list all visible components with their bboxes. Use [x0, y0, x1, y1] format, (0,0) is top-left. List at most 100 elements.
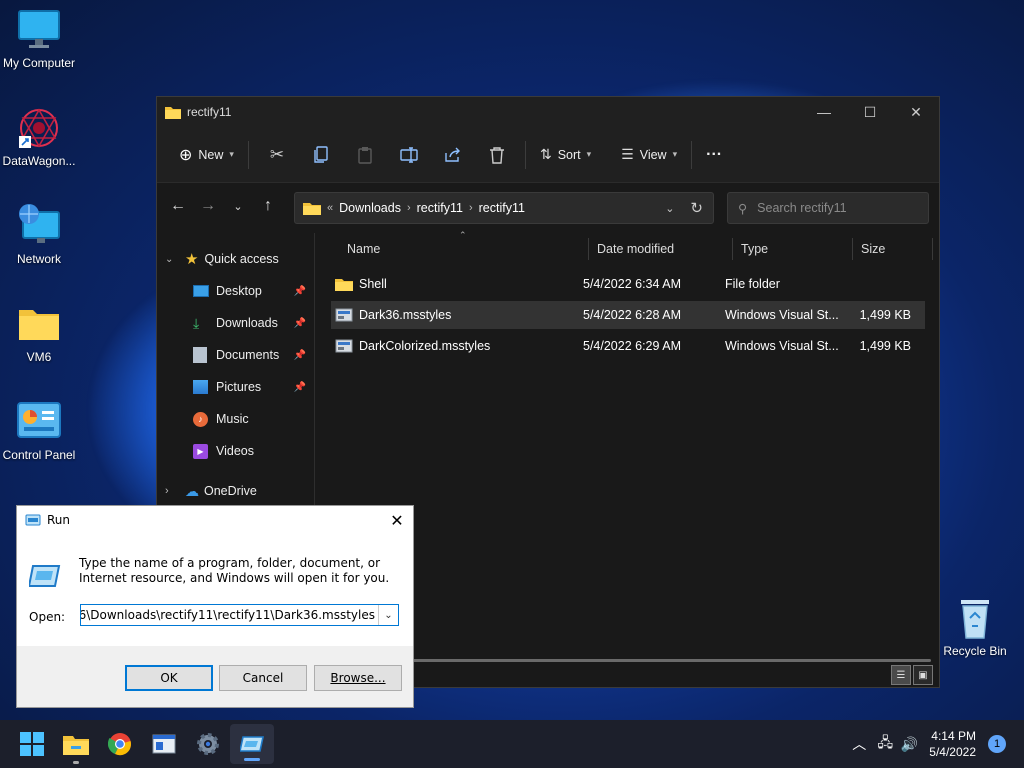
desktop-icon-label: Network	[16, 252, 61, 266]
run-taskbar-button[interactable]	[230, 724, 274, 764]
network-tray-button[interactable]: 🖧	[873, 720, 897, 768]
chevron-down-icon[interactable]: ⌄	[165, 254, 181, 265]
sidebar-item-pictures[interactable]: Pictures 📌	[157, 371, 314, 403]
file-type: File folder	[725, 277, 780, 291]
sidebar-item-desktop[interactable]: Desktop 📌	[157, 275, 314, 307]
run-title-bar[interactable]: Run ✕	[17, 506, 413, 534]
horizontal-scrollbar[interactable]	[411, 659, 931, 662]
tiles-view-button[interactable]: ▣	[913, 665, 933, 685]
chrome-taskbar-button[interactable]	[98, 720, 142, 768]
cancel-button[interactable]: Cancel	[219, 665, 307, 691]
ok-button[interactable]: OK	[125, 665, 213, 691]
sidebar-item-onedrive[interactable]: › ☁ OneDrive	[157, 475, 314, 507]
rename-button[interactable]	[387, 139, 431, 171]
column-size[interactable]: Size	[853, 238, 933, 260]
details-view-button[interactable]: ☰	[891, 665, 911, 685]
desktop-icon-datawagon[interactable]: DataWagon...	[0, 106, 78, 168]
clock[interactable]: 4:14 PM 5/4/2022	[929, 728, 976, 760]
share-button[interactable]	[431, 139, 475, 171]
view-label: View	[639, 147, 667, 162]
copy-button[interactable]	[299, 139, 343, 171]
file-row-shell[interactable]: Shell 5/4/2022 6:34 AM File folder	[331, 270, 925, 298]
star-icon: ★	[185, 251, 199, 268]
see-more-button[interactable]: ···	[698, 139, 730, 171]
recent-locations-button[interactable]: ⌄	[223, 191, 253, 221]
desktop-icon-my-computer[interactable]: My Computer	[0, 8, 78, 70]
search-box[interactable]: ⚲ Search rectify11	[727, 192, 929, 224]
chevron-right-icon[interactable]: ›	[469, 202, 473, 214]
address-history-button[interactable]: ⌄	[665, 202, 674, 215]
file-type: Windows Visual St...	[725, 339, 839, 353]
show-hidden-icons-button[interactable]: ︿	[845, 720, 873, 768]
breadcrumb-rectify11[interactable]: rectify11	[417, 201, 463, 215]
documents-icon	[193, 347, 207, 363]
desktop-icon-control-panel[interactable]: Control Panel	[0, 400, 78, 462]
overflow-crumb[interactable]: «	[327, 202, 333, 214]
sidebar-item-label: OneDrive	[204, 484, 257, 498]
search-placeholder: Search rectify11	[757, 201, 847, 215]
volume-tray-button[interactable]: 🔊	[897, 720, 921, 768]
sidebar-item-downloads[interactable]: ⤓ Downloads 📌	[157, 307, 314, 339]
maximize-button[interactable]: ☐	[847, 97, 893, 127]
chevron-right-icon[interactable]: ›	[407, 202, 411, 214]
file-type: Windows Visual St...	[725, 308, 839, 322]
close-button[interactable]: ✕	[893, 97, 939, 127]
file-row-darkcolorized[interactable]: DarkColorized.msstyles 5/4/2022 6:29 AM …	[331, 332, 925, 360]
explorer-title-bar[interactable]: rectify11 — ☐ ✕	[157, 97, 939, 127]
open-input[interactable]: C:\Users\VM6\Downloads\rectify11\rectify…	[80, 604, 399, 626]
address-bar[interactable]: « Downloads › rectify11 › rectify11 ⌄ ↻	[294, 192, 714, 224]
paste-button[interactable]	[343, 139, 387, 171]
settings-taskbar-button[interactable]	[186, 720, 230, 768]
sidebar-item-documents[interactable]: Documents 📌	[157, 339, 314, 371]
sort-button[interactable]: ⇅ Sort ▾	[532, 139, 599, 171]
app-taskbar-button[interactable]	[142, 720, 186, 768]
column-date-modified[interactable]: Date modified	[589, 238, 733, 260]
breadcrumb-rectify11-current[interactable]: rectify11	[479, 201, 525, 215]
desktop-icon-label: My Computer	[2, 56, 76, 70]
file-explorer-taskbar-button[interactable]	[54, 720, 98, 768]
column-type[interactable]: Type	[733, 238, 853, 260]
up-button[interactable]: ↑	[253, 191, 283, 221]
videos-icon: ▶	[193, 443, 208, 459]
plus-icon: ⊕	[179, 146, 193, 164]
desktop-icon-recycle-bin[interactable]: Recycle Bin	[936, 596, 1014, 658]
sidebar-item-label: Music	[216, 412, 249, 426]
desktop-icon-network[interactable]: Network	[0, 204, 78, 266]
chevron-right-icon[interactable]: ›	[165, 485, 181, 497]
chevron-down-icon: ⌄	[384, 609, 393, 621]
start-button[interactable]	[10, 720, 54, 768]
toolbar-divider	[524, 140, 526, 169]
quick-access-item[interactable]: ⌄ ★ Quick access	[157, 243, 314, 275]
run-body: Type the name of a program, folder, docu…	[17, 534, 413, 646]
cut-button[interactable]: ✂	[255, 139, 299, 171]
run-icon	[25, 514, 41, 526]
close-button[interactable]: ✕	[381, 506, 413, 534]
new-button[interactable]: ⊕ New ▾	[171, 139, 242, 171]
file-row-dark36[interactable]: Dark36.msstyles 5/4/2022 6:28 AM Windows…	[331, 301, 925, 329]
folder-icon	[15, 302, 63, 346]
breadcrumb-downloads[interactable]: Downloads	[339, 201, 401, 215]
view-button[interactable]: ☰ View ▾	[613, 139, 685, 171]
open-history-dropdown[interactable]: ⌄	[378, 605, 398, 625]
forward-button[interactable]: →	[193, 191, 223, 221]
open-input-value[interactable]: C:\Users\VM6\Downloads\rectify11\rectify…	[81, 608, 375, 622]
sidebar-item-music[interactable]: ♪ Music	[157, 403, 314, 435]
toolbar-divider	[691, 140, 693, 169]
trash-icon	[489, 146, 504, 164]
folder-icon	[63, 736, 89, 755]
notification-badge[interactable]: 1	[988, 735, 1006, 753]
column-name[interactable]: Name	[317, 238, 589, 260]
browse-button[interactable]: Browse...	[314, 665, 402, 691]
desktop-icon	[193, 285, 209, 297]
sidebar-item-label: Documents	[216, 348, 280, 362]
music-icon: ♪	[193, 411, 208, 427]
clock-time: 4:14 PM	[931, 729, 976, 743]
desktop-icon-label: VM6	[26, 350, 52, 364]
minimize-button[interactable]: —	[801, 97, 847, 127]
sidebar-item-videos[interactable]: ▶ Videos	[157, 435, 314, 467]
back-button[interactable]: ←	[163, 191, 193, 221]
delete-button[interactable]	[475, 139, 519, 171]
datawagon-icon	[15, 106, 63, 150]
refresh-icon[interactable]: ↻	[690, 199, 703, 217]
desktop-icon-vm6[interactable]: VM6	[0, 302, 78, 364]
